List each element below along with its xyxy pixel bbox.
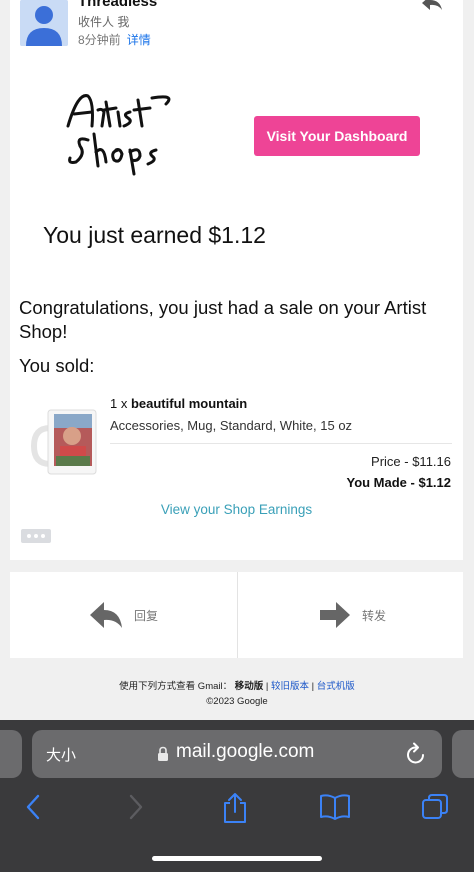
forward-button[interactable]: 转发	[237, 572, 463, 658]
congrats-text: Congratulations, you just had a sale on …	[19, 297, 427, 342]
you-made-amount: You Made - $1.12	[346, 475, 451, 490]
reply-label: 回复	[134, 608, 159, 623]
timestamp: 8分钟前	[78, 33, 121, 47]
gmail-view-options: 使用下列方式查看 Gmail： 移动版 | 较旧版本 | 台式机版	[119, 681, 355, 692]
view-shop-earnings-link: View your Shop Earnings	[10, 502, 463, 517]
recipient-line: 收件人 我	[78, 15, 130, 29]
forward-icon[interactable]	[127, 792, 145, 822]
product-quantity: 1 x	[110, 396, 128, 411]
forward-arrow-icon	[320, 602, 350, 628]
mug-product-image	[30, 409, 97, 475]
forward-label: 转发	[362, 608, 387, 623]
reply-arrow-icon	[90, 602, 122, 628]
message-actions: 回复 转发	[10, 572, 463, 658]
details-link[interactable]: 详情	[127, 33, 151, 47]
desktop-version-link[interactable]: 台式机版	[317, 681, 355, 692]
reply-icon[interactable]	[420, 0, 444, 17]
you-sold-label: You sold:	[19, 355, 95, 376]
product-description: Accessories, Mug, Standard, White, 15 oz	[110, 418, 353, 433]
share-icon[interactable]	[222, 792, 248, 824]
person-icon	[20, 0, 68, 46]
email-card: Threadless 收件人 我 8分钟前 详情 Visit Your Dash…	[10, 0, 463, 560]
divider	[110, 443, 452, 444]
product-price: Price - $11.16	[371, 454, 451, 469]
tabs-icon[interactable]	[420, 792, 450, 822]
product-name: beautiful mountain	[130, 396, 248, 411]
home-indicator	[152, 856, 322, 861]
lock-icon	[158, 746, 168, 761]
earned-headline: You just earned $1.12	[43, 222, 266, 248]
sender-name: Threadless	[78, 0, 158, 10]
reload-icon[interactable]	[405, 742, 427, 766]
product-title-line: 1 x beautiful mountain	[110, 396, 247, 411]
back-icon[interactable]	[24, 792, 42, 822]
copyright: ©2023 Google	[206, 696, 268, 707]
previous-tab-preview[interactable]	[0, 730, 22, 778]
url-text: mail.google.com	[176, 741, 315, 762]
show-trimmed-content-button[interactable]	[21, 529, 51, 543]
older-version-link[interactable]: 较旧版本	[271, 681, 309, 692]
text-size-button[interactable]: 大小	[46, 744, 76, 765]
sender-avatar[interactable]	[20, 0, 68, 46]
artist-shops-logo	[66, 94, 171, 176]
mobile-version: 移动版	[234, 681, 264, 692]
next-tab-preview[interactable]	[452, 730, 474, 778]
bookmarks-icon[interactable]	[319, 792, 351, 822]
ellipsis-icon	[27, 534, 31, 538]
visit-dashboard-button[interactable]: Visit Your Dashboard	[254, 116, 420, 156]
timestamp-row: 8分钟前 详情	[78, 31, 151, 48]
view-shop-earnings-text[interactable]: View your Shop Earnings	[161, 502, 312, 517]
view-prefix: 使用下列方式查看 Gmail：	[119, 681, 233, 692]
reply-button[interactable]: 回复	[10, 572, 236, 658]
